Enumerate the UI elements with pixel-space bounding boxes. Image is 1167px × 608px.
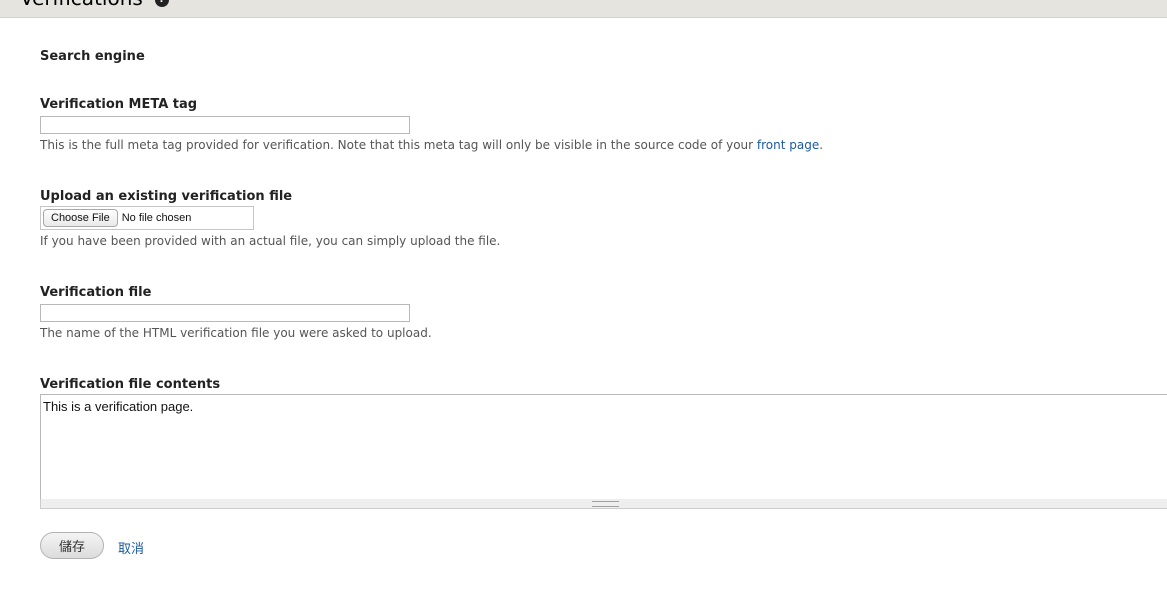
verification-file-description: The name of the HTML verification file y… — [40, 326, 432, 340]
textarea-resize-handle[interactable] — [40, 499, 1167, 509]
choose-file-button[interactable]: Choose File — [43, 209, 118, 227]
page-header: Verifications? — [0, 0, 1167, 18]
page-title-text: Verifications — [20, 0, 143, 10]
meta-tag-description: This is the full meta tag provided for v… — [40, 138, 823, 152]
upload-file-label: Upload an existing verification file — [40, 189, 293, 204]
meta-tag-description-end: . — [819, 138, 824, 152]
section-title: Search engine — [40, 49, 145, 64]
meta-tag-label: Verification META tag — [40, 97, 198, 112]
save-button[interactable]: 儲存 — [40, 532, 104, 559]
upload-file-description: If you have been provided with an actual… — [40, 234, 501, 248]
file-upload-field[interactable]: Choose File No file chosen — [40, 206, 254, 230]
resize-grip-icon — [592, 500, 619, 507]
file-contents-label: Verification file contents — [40, 377, 221, 392]
help-icon[interactable]: ? — [154, 0, 169, 7]
meta-tag-input[interactable] — [40, 116, 410, 134]
page-title: Verifications? — [20, 0, 169, 10]
file-contents-textarea[interactable]: This is a verification page. — [40, 394, 1167, 500]
meta-tag-description-text: This is the full meta tag provided for v… — [40, 138, 757, 152]
verification-file-label: Verification file — [40, 285, 152, 300]
front-page-link[interactable]: front page — [757, 138, 819, 152]
file-status-text: No file chosen — [121, 212, 192, 224]
cancel-link[interactable]: 取消 — [118, 538, 144, 557]
verification-file-input[interactable] — [40, 304, 410, 322]
